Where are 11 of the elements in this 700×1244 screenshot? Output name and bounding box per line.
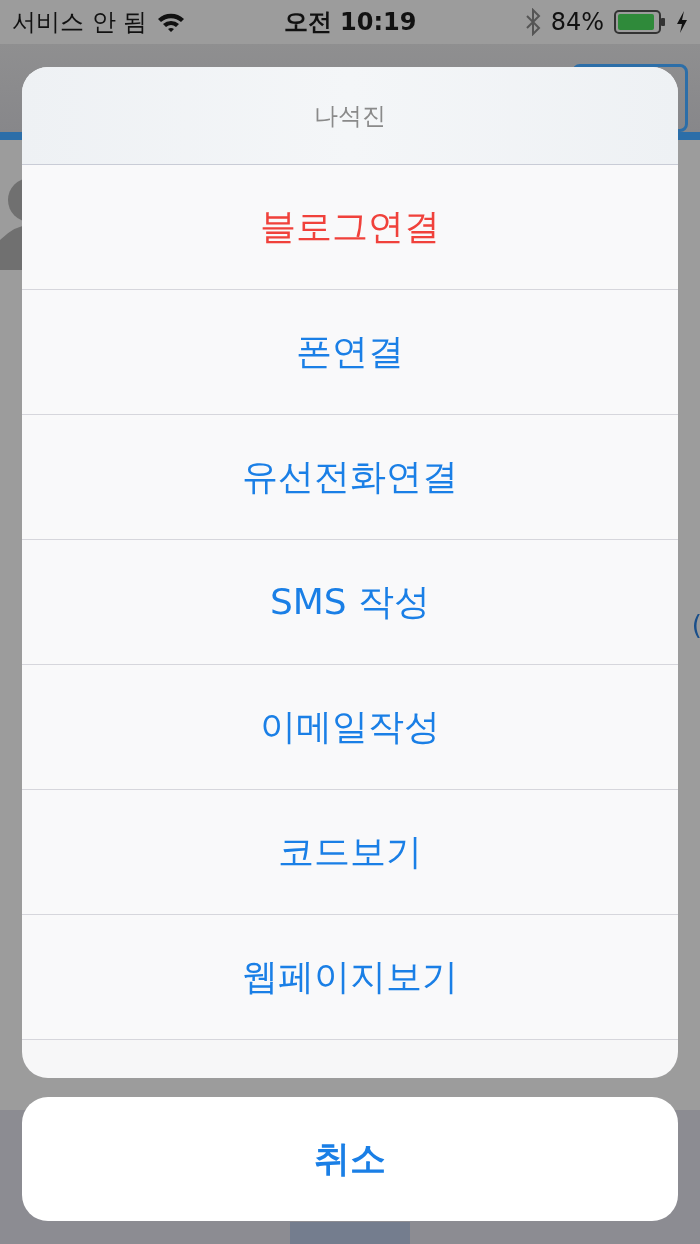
battery-percentage: 84%: [550, 8, 604, 36]
cancel-button[interactable]: 취소: [22, 1097, 678, 1221]
selected-tab[interactable]: [290, 1222, 410, 1244]
clock-time: 오전 10:19: [283, 7, 417, 38]
bluetooth-icon: [524, 8, 541, 36]
wifi-icon: [157, 11, 186, 33]
sheet-title: 나석진: [22, 67, 678, 165]
background-text: (: [691, 610, 700, 640]
charging-bolt-icon: [676, 11, 688, 33]
carrier-label: 서비스 안 됨: [12, 7, 148, 38]
battery-icon: [614, 10, 666, 34]
